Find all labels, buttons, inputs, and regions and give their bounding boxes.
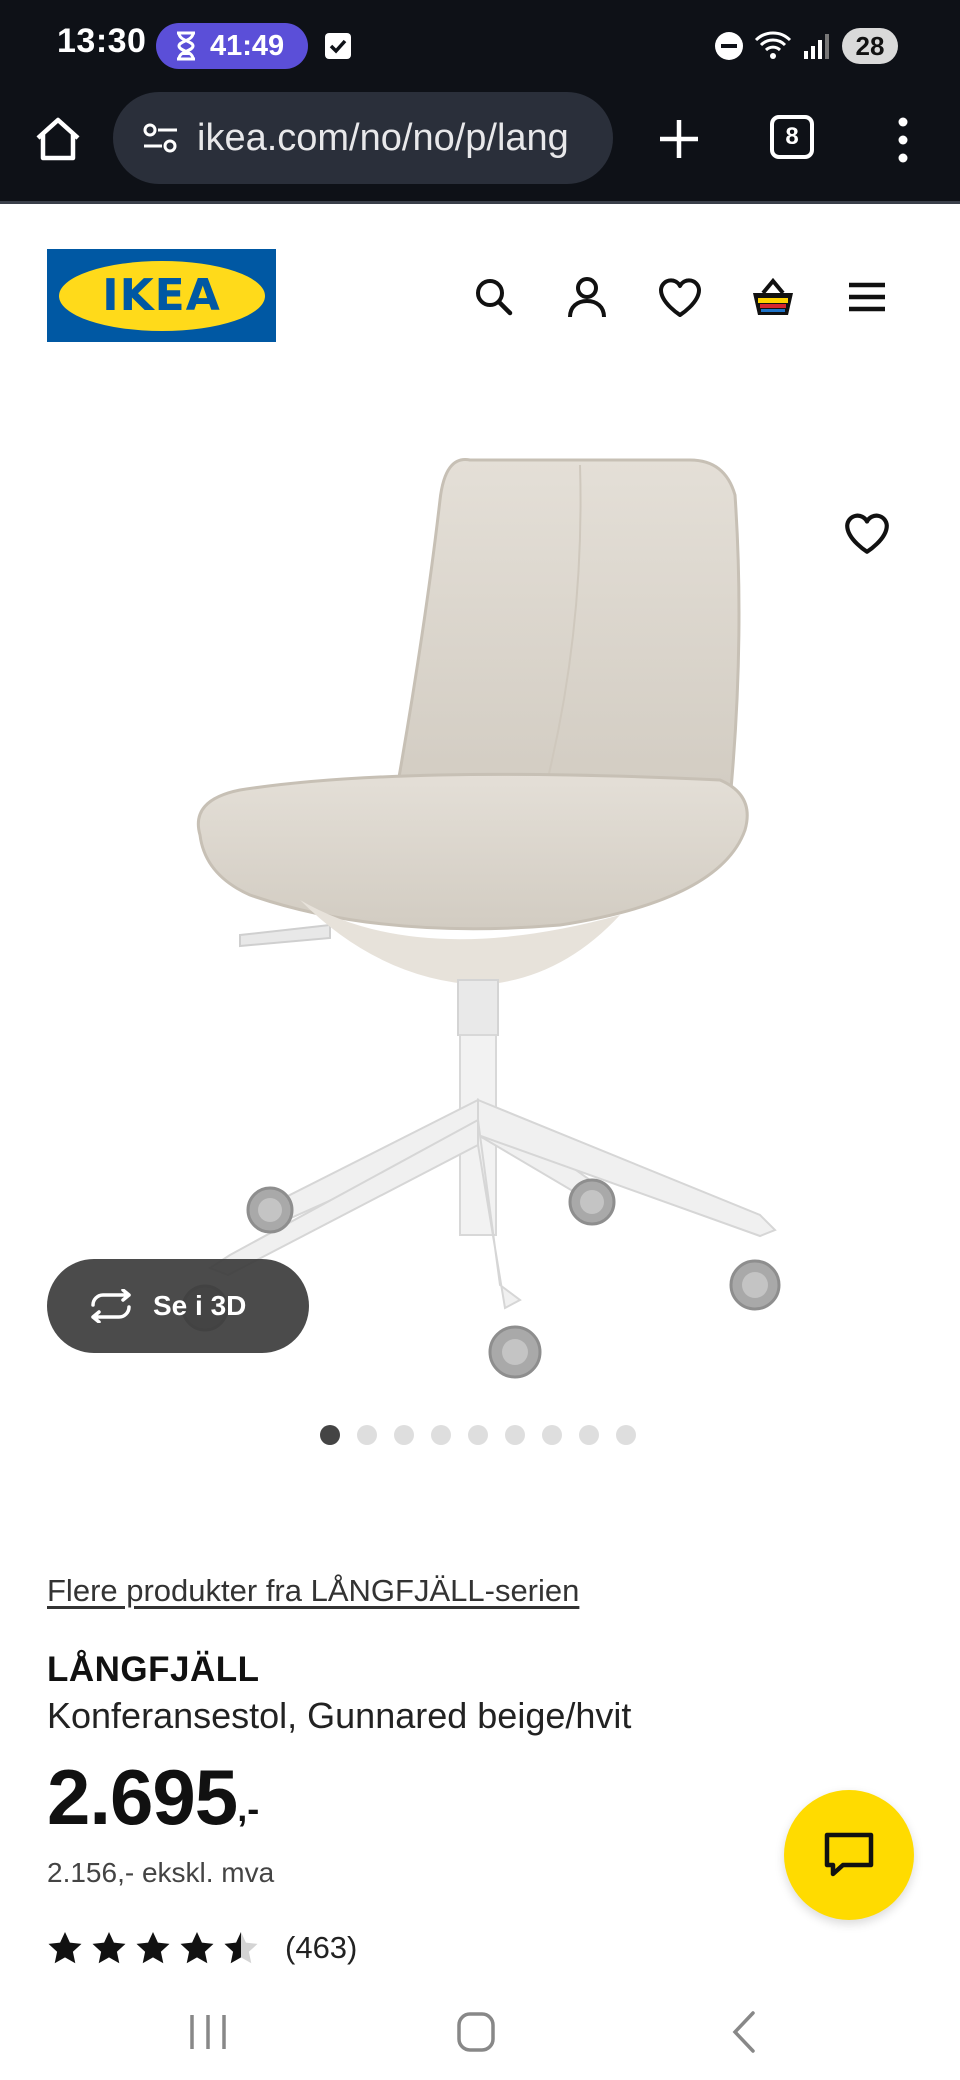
home-icon[interactable]: [30, 112, 86, 168]
checkbox-notification-icon: [325, 33, 351, 59]
timer-text: 41:49: [210, 29, 285, 62]
system-navigation-bar: [0, 1985, 960, 2080]
logo-text: IKEA: [102, 270, 221, 321]
status-bar: 13:30 41:49 28: [0, 0, 960, 92]
menu-hamburger-icon[interactable]: [843, 273, 891, 321]
carousel-dot[interactable]: [505, 1425, 525, 1445]
hourglass-icon: [177, 31, 195, 61]
system-icons: 28: [714, 26, 898, 66]
product-image[interactable]: [0, 380, 960, 1410]
carousel-dot[interactable]: [616, 1425, 636, 1445]
signal-icon: [804, 34, 829, 59]
carousel-dot[interactable]: [431, 1425, 451, 1445]
wifi-icon: [754, 31, 792, 59]
view-in-3d-button[interactable]: Se i 3D: [47, 1259, 309, 1353]
series-link[interactable]: Flere produkter fra LÅNGFJÄLL-serien: [47, 1573, 579, 1609]
image-carousel-dots: [320, 1425, 636, 1445]
logo-oval: IKEA: [58, 260, 265, 331]
account-icon[interactable]: [563, 273, 611, 321]
product-description: Konferansestol, Gunnared beige/hvit: [47, 1695, 632, 1736]
carousel-dot[interactable]: [579, 1425, 599, 1445]
star-half-icon: [224, 1932, 258, 1964]
recent-apps-icon[interactable]: [178, 2005, 238, 2059]
product-name: LÅNGFJÄLL: [47, 1650, 260, 1689]
carousel-dot[interactable]: [394, 1425, 414, 1445]
browser-toolbar: ikea.com/no/no/p/lang 8: [0, 92, 960, 204]
chat-bubble-icon: [824, 1832, 874, 1877]
back-nav-icon[interactable]: [715, 2005, 775, 2059]
price-excl-vat: 2.156,- ekskl. mva: [47, 1857, 275, 1888]
star-full-icon: [48, 1932, 82, 1964]
more-options-icon[interactable]: [888, 112, 918, 168]
price-suffix: ,-: [237, 1788, 260, 1829]
price-main: 2.695: [47, 1753, 238, 1841]
view-in-3d-label: Se i 3D: [153, 1290, 247, 1321]
rotate-3d-icon: [91, 1289, 131, 1323]
site-header: IKEA: [0, 207, 960, 357]
wishlist-heart-icon[interactable]: [656, 273, 704, 321]
home-nav-icon[interactable]: [446, 2005, 506, 2059]
new-tab-icon[interactable]: [652, 112, 706, 166]
star-full-icon: [136, 1932, 170, 1964]
carousel-dot[interactable]: [468, 1425, 488, 1445]
do-not-disturb-icon: [715, 32, 743, 60]
url-text: ikea.com/no/no/p/lang: [197, 116, 569, 159]
search-icon[interactable]: [470, 273, 518, 321]
add-to-favourites-heart-icon[interactable]: [842, 508, 892, 558]
chat-button[interactable]: [784, 1790, 914, 1920]
shopping-bag-icon[interactable]: [749, 273, 797, 321]
address-bar[interactable]: ikea.com/no/no/p/lang: [113, 92, 613, 184]
rating-count: (463): [285, 1930, 358, 1965]
carousel-dot[interactable]: [542, 1425, 562, 1445]
battery-indicator: 28: [842, 28, 898, 64]
carousel-dot[interactable]: [357, 1425, 377, 1445]
tab-switcher-button[interactable]: 8: [770, 115, 814, 159]
product-price: 2.695 ,-: [47, 1758, 259, 1836]
star-full-icon: [180, 1932, 214, 1964]
status-time: 13:30: [57, 22, 147, 60]
star-full-icon: [92, 1932, 126, 1964]
product-rating[interactable]: (463): [47, 1930, 357, 1966]
carousel-dot[interactable]: [320, 1425, 340, 1445]
site-settings-icon[interactable]: [141, 118, 181, 158]
focus-timer-pill[interactable]: 41:49: [156, 23, 308, 69]
ikea-logo[interactable]: IKEA: [47, 249, 276, 342]
